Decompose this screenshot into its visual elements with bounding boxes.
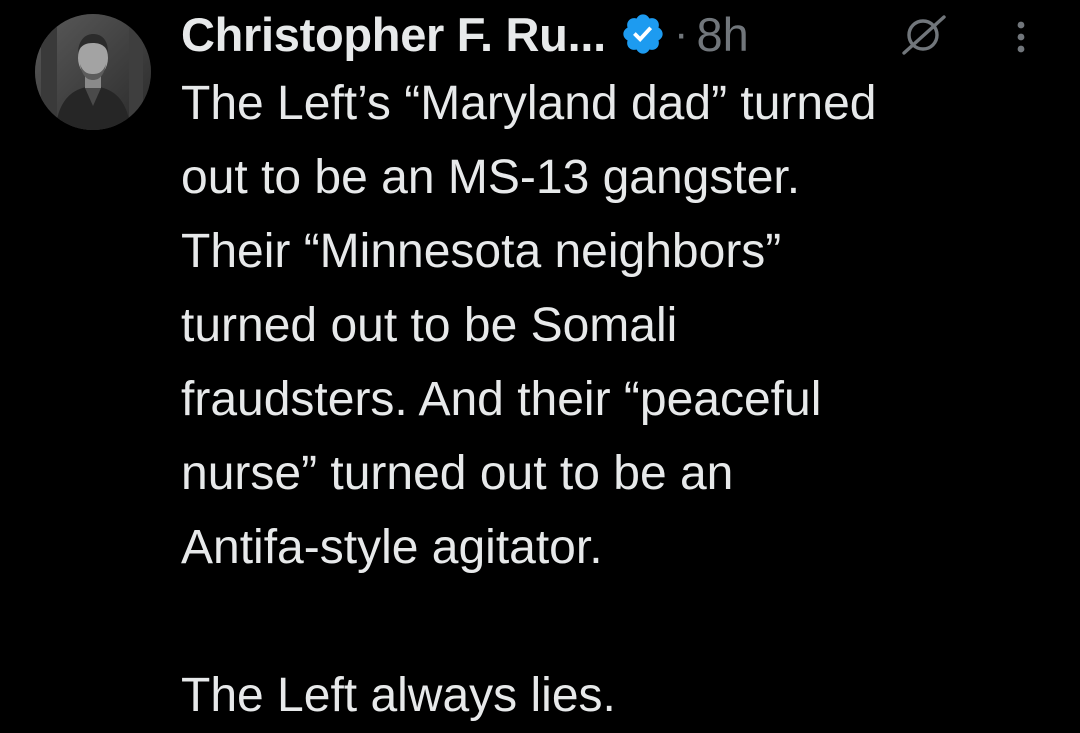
grok-icon[interactable] xyxy=(900,13,950,57)
tweet-text: The Left’s “Maryland dad” turned out to … xyxy=(181,67,1061,733)
avatar[interactable] xyxy=(35,14,151,130)
tweet-text-line: nurse” turned out to be an xyxy=(181,447,734,500)
verified-badge-icon[interactable] xyxy=(620,11,666,57)
tweet-text-line: Their “Minnesota neighbors” xyxy=(181,225,782,278)
author-display-name[interactable]: Christopher F. Ru... xyxy=(181,7,606,62)
tweet-header: Christopher F. Ru... · 8h xyxy=(181,4,749,64)
avatar-photo xyxy=(35,14,151,130)
tweet-closing-line: The Left always lies. xyxy=(181,669,616,722)
tweet-text-line: out to be an MS-13 gangster. xyxy=(181,151,801,204)
tweet-text-line: fraudsters. And their “peaceful xyxy=(181,373,822,426)
tweet-text-line: turned out to be Somali xyxy=(181,299,678,352)
more-vertical-icon[interactable] xyxy=(1006,17,1036,57)
tweet-text-line: The Left’s “Maryland dad” turned xyxy=(181,77,877,130)
tweet-card[interactable]: Christopher F. Ru... · 8h The Left’s “Ma… xyxy=(0,0,1080,726)
tweet-text-line: Antifa-style agitator. xyxy=(181,521,603,574)
separator-dot: · xyxy=(673,9,689,58)
tweet-timestamp[interactable]: 8h xyxy=(697,7,749,62)
